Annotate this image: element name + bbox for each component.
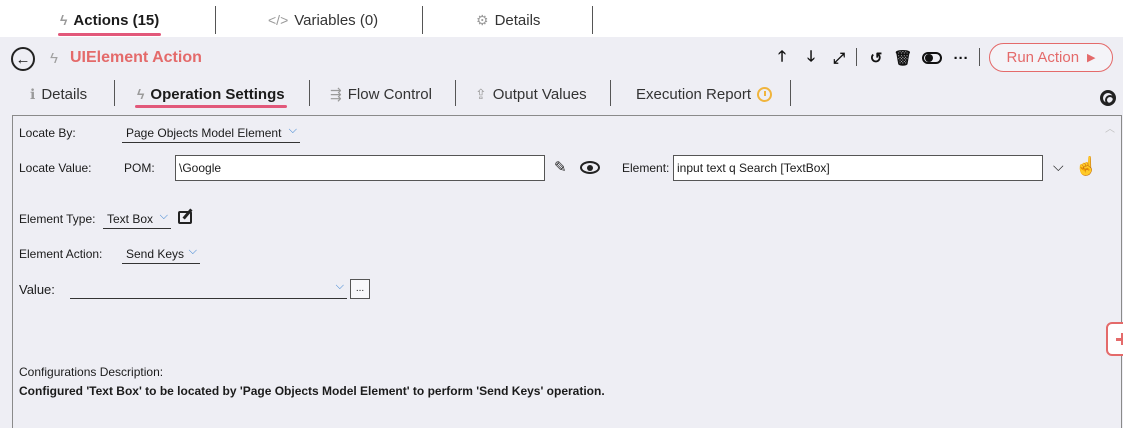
element-type-value: Text Box: [107, 211, 154, 226]
chevron-down-icon[interactable]: ⌵: [1053, 158, 1064, 175]
add-panel-icon[interactable]: [1106, 322, 1123, 356]
move-up-icon[interactable]: 🡑: [772, 48, 792, 68]
more-icon[interactable]: ···: [951, 48, 971, 68]
browse-button[interactable]: ...: [350, 279, 370, 299]
subtab-operation-settings-label: Operation Settings: [150, 85, 285, 103]
tab-divider: [422, 6, 423, 34]
element-action-value: Send Keys: [126, 246, 185, 261]
info-icon: ℹ: [30, 85, 36, 102]
flow-icon: ⇶: [330, 85, 342, 102]
chevron-down-icon: ⌵: [288, 124, 297, 136]
subtab-execution-report-label: Execution Report: [636, 85, 752, 103]
subtab-flow-control-label: Flow Control: [347, 85, 432, 103]
chevron-down-icon: ⌵: [188, 245, 197, 257]
tab-divider: [309, 80, 310, 106]
undo-icon[interactable]: ↺: [866, 48, 886, 68]
element-type-label: Element Type:: [19, 212, 96, 226]
subtab-details[interactable]: ℹ Details: [30, 83, 87, 105]
delete-icon[interactable]: 🗑: [893, 48, 913, 68]
tab-details-top[interactable]: ⚙ Details: [476, 8, 540, 32]
move-down-icon[interactable]: 🡓: [801, 48, 821, 68]
browse-label: ...: [355, 283, 365, 294]
chevron-down-icon: ⌵: [159, 210, 168, 222]
tab-divider: [610, 80, 611, 106]
tab-details-top-label: Details: [494, 11, 541, 29]
toolbar-divider: [979, 48, 980, 66]
bolt-icon: ϟ: [137, 86, 145, 102]
run-action-button[interactable]: Run Action ▶: [989, 43, 1113, 72]
tab-variables-label: Variables (0): [294, 11, 379, 29]
edit-icon[interactable]: [178, 211, 192, 224]
locate-by-value: Page Objects Model Element: [126, 125, 282, 140]
tab-actions-label: Actions (15): [73, 11, 160, 29]
bolt-icon: ϟ: [50, 50, 58, 67]
chevron-down-icon: ⌵: [335, 280, 344, 292]
subtab-output-values[interactable]: ⇪ Output Values: [475, 83, 587, 105]
tab-divider: [455, 80, 456, 106]
subtab-flow-control[interactable]: ⇶ Flow Control: [330, 83, 432, 105]
upload-icon: ⇪: [475, 85, 487, 102]
subtab-output-values-label: Output Values: [492, 85, 587, 103]
element-action-select[interactable]: Send Keys ⌵: [122, 244, 200, 264]
element-value: input text q Search [TextBox]: [677, 161, 830, 175]
run-action-label: Run Action: [1006, 49, 1080, 66]
lifebuoy-icon[interactable]: [1100, 90, 1116, 106]
hand-pointer-icon[interactable]: ☝: [1075, 156, 1097, 177]
tab-divider: [215, 6, 216, 34]
subtab-details-label: Details: [41, 85, 88, 103]
pom-field[interactable]: \Google: [175, 155, 545, 181]
expand-icon[interactable]: ⤢: [829, 48, 849, 68]
toggle-icon[interactable]: [922, 48, 942, 68]
value-input[interactable]: ⌵: [70, 279, 347, 299]
toolbar-divider: [856, 48, 857, 66]
tab-actions[interactable]: ϟ Actions (15): [57, 8, 162, 36]
top-tab-bar: ϟ Actions (15) </> Variables (0) ⚙ Detai…: [0, 0, 1123, 37]
back-arrow-icon[interactable]: ←: [11, 47, 35, 71]
value-label: Value:: [19, 282, 55, 297]
eye-icon[interactable]: [580, 161, 600, 174]
pom-label: POM:: [124, 161, 155, 175]
tab-divider: [114, 80, 115, 106]
subtab-operation-settings[interactable]: ϟ Operation Settings: [135, 83, 287, 108]
tab-divider: [592, 6, 593, 34]
clock-icon: [757, 86, 773, 102]
pom-value: \Google: [179, 161, 222, 175]
element-type-select[interactable]: Text Box ⌵: [103, 209, 171, 229]
element-action-label: Element Action:: [19, 247, 103, 261]
locate-value-label: Locate Value:: [19, 161, 92, 175]
locate-by-select[interactable]: Page Objects Model Element ⌵: [122, 123, 300, 143]
element-label: Element:: [622, 161, 670, 175]
locate-by-label: Locate By:: [19, 126, 76, 140]
tab-variables[interactable]: </> Variables (0): [268, 8, 378, 32]
gear-icon: ⚙: [476, 11, 489, 28]
tab-divider: [790, 80, 791, 106]
bolt-icon: ϟ: [60, 12, 68, 28]
scroll-up-icon[interactable]: ︿: [1105, 120, 1115, 135]
subtab-execution-report[interactable]: Execution Report: [636, 83, 773, 105]
configurations-description-title: Configurations Description:: [19, 365, 164, 379]
play-icon: ▶: [1087, 52, 1096, 64]
pencil-icon[interactable]: ✎: [554, 158, 567, 176]
page-title: UIElement Action: [70, 49, 202, 66]
configurations-description-text: Configured 'Text Box' to be located by '…: [19, 384, 605, 398]
code-icon: </>: [268, 12, 289, 28]
element-field[interactable]: input text q Search [TextBox]: [673, 155, 1043, 181]
